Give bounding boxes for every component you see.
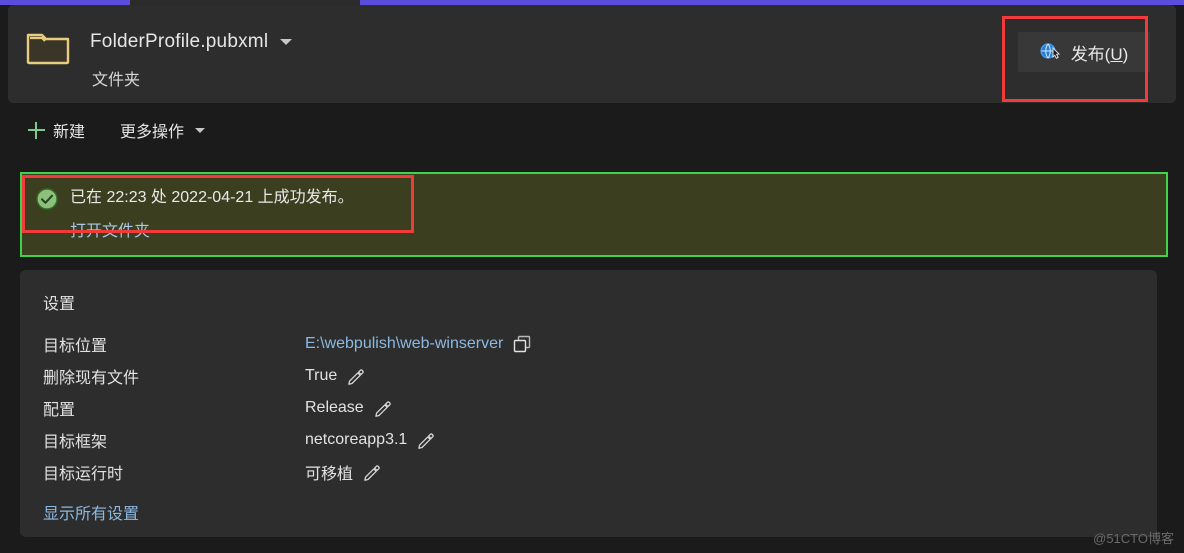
publish-button-label: 发布(U) [1070, 44, 1129, 64]
publish-globe-cursor-icon [1040, 42, 1062, 62]
more-actions-label: 更多操作 [120, 124, 185, 141]
settings-panel: 设置 目标位置 E:\webpulish\web-winserver 删除现有文件 T… [20, 270, 1157, 537]
settings-row-label: 配置 [43, 402, 76, 419]
settings-row: 删除现有文件 True [43, 360, 1093, 392]
publish-success-banner: 已在 22:23 处 2022-04-21 上成功发布。 打开文件夹 [20, 172, 1168, 257]
settings-title: 设置 [43, 296, 76, 313]
profile-subtitle: 文件夹 [92, 72, 141, 89]
watermark: @51CTO博客 [1093, 531, 1174, 546]
actions-toolbar: 新建 更多操作 [0, 108, 1184, 156]
settings-row-value-group: netcoreapp3.1 [305, 431, 435, 449]
settings-row-value: True [305, 367, 338, 384]
settings-row: 目标运行时 可移植 [43, 456, 1093, 488]
settings-row: 目标位置 E:\webpulish\web-winserver [43, 328, 1093, 360]
pencil-icon[interactable] [417, 431, 435, 449]
pencil-icon[interactable] [363, 463, 381, 481]
publish-success-message: 已在 22:23 处 2022-04-21 上成功发布。 [70, 189, 354, 206]
more-actions-button[interactable]: 更多操作 [120, 118, 206, 142]
settings-row-value-group: 可移植 [305, 460, 381, 484]
settings-row-label: 目标框架 [43, 434, 108, 451]
settings-row-list: 目标位置 E:\webpulish\web-winserver 删除现有文件 True… [43, 328, 1093, 488]
new-button[interactable]: 新建 [28, 118, 85, 142]
success-check-icon [36, 188, 58, 210]
chevron-down-icon [195, 127, 206, 133]
new-button-label: 新建 [53, 124, 86, 141]
settings-row-label: 目标位置 [43, 338, 108, 355]
settings-row-value: netcoreapp3.1 [305, 431, 408, 448]
settings-row-value: Release [305, 399, 364, 416]
settings-row-value[interactable]: E:\webpulish\web-winserver [305, 335, 503, 353]
settings-row-value-group: E:\webpulish\web-winserver [305, 335, 531, 353]
settings-row: 目标框架 netcoreapp3.1 [43, 424, 1093, 456]
settings-row-value: 可移植 [305, 466, 354, 483]
publish-profile-page: FolderProfile.pubxml 文件夹 发布(U) 新建 更多操作 已… [0, 0, 1184, 553]
chevron-down-icon[interactable] [280, 39, 293, 45]
page-title: FolderProfile.pubxml [90, 31, 269, 52]
profile-header-card: FolderProfile.pubxml 文件夹 发布(U) [8, 5, 1176, 103]
plus-icon [28, 121, 45, 139]
folder-icon [26, 29, 70, 65]
copy-icon[interactable] [513, 335, 531, 353]
show-all-settings-link[interactable]: 显示所有设置 [43, 500, 139, 524]
open-folder-link[interactable]: 打开文件夹 [70, 217, 150, 241]
settings-row-label: 删除现有文件 [43, 370, 140, 387]
pencil-icon[interactable] [347, 367, 365, 385]
publish-button[interactable]: 发布(U) [1018, 32, 1150, 72]
settings-row: 配置 Release [43, 392, 1093, 424]
profile-title-row[interactable]: FolderProfile.pubxml [90, 31, 293, 53]
settings-row-label: 目标运行时 [43, 466, 124, 483]
pencil-icon[interactable] [374, 399, 392, 417]
settings-row-value-group: Release [305, 399, 392, 417]
settings-row-value-group: True [305, 367, 365, 385]
